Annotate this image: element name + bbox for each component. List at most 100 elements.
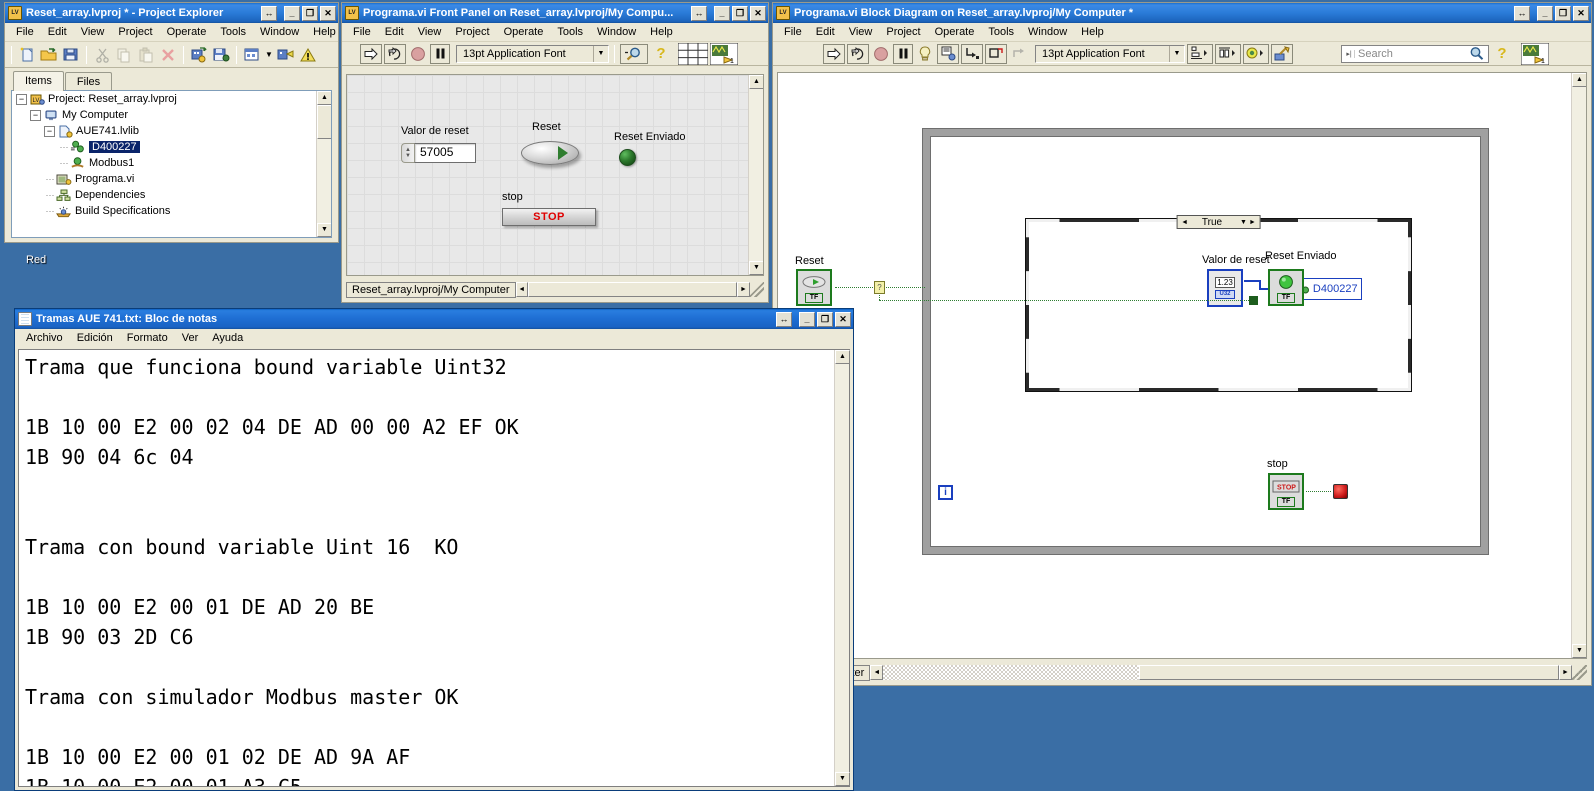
stop-button[interactable]: STOP xyxy=(502,208,596,226)
block-diagram-window[interactable]: LV Programa.vi Block Diagram on Reset_ar… xyxy=(772,2,1592,686)
build-icon[interactable] xyxy=(211,45,231,65)
menu-ayuda[interactable]: Ayuda xyxy=(205,331,250,345)
project-explorer-menubar[interactable]: File Edit View Project Operate Tools Win… xyxy=(5,23,338,42)
window-controls[interactable]: ↔ _ ❐ ✕ xyxy=(261,5,336,21)
warning-icon[interactable] xyxy=(298,45,318,65)
block-diagram-toolbar[interactable]: 13pt Application Font ▼ ▸| Search ? 1 xyxy=(773,42,1591,66)
scroll-down-icon[interactable]: ▼ xyxy=(835,772,850,786)
menu-file[interactable]: File xyxy=(9,24,41,40)
search-options-icon[interactable]: ▸| xyxy=(1344,49,1355,58)
horizontal-scroll-thumb[interactable] xyxy=(1139,665,1559,680)
menu-view[interactable]: View xyxy=(411,24,449,40)
case-prev-icon[interactable]: ◄ xyxy=(1179,219,1190,226)
menu-window[interactable]: Window xyxy=(590,24,643,40)
chevron-down-icon[interactable]: ▼ xyxy=(1234,219,1247,226)
menu-operate[interactable]: Operate xyxy=(928,24,982,40)
block-diagram-statusbar[interactable]: roj/My Computer ◄ ► xyxy=(777,663,1587,682)
new-icon[interactable] xyxy=(17,45,37,65)
block-diagram-menubar[interactable]: File Edit View Project Operate Tools Win… xyxy=(773,23,1591,42)
restore-size-icon[interactable]: ↔ xyxy=(691,5,707,21)
menu-file[interactable]: File xyxy=(777,24,809,40)
menu-view[interactable]: View xyxy=(74,24,112,40)
pause-icon[interactable] xyxy=(430,43,450,64)
minimize-icon[interactable]: _ xyxy=(714,5,730,21)
tree-vertical-scrollbar[interactable]: ▲ ▼ xyxy=(316,91,331,237)
menu-operate[interactable]: Operate xyxy=(160,24,214,40)
notepad-vertical-scrollbar[interactable]: ▲ ▼ xyxy=(834,350,850,786)
run-icon[interactable] xyxy=(360,43,382,64)
menu-formato[interactable]: Formato xyxy=(120,331,175,345)
front-panel-vertical-scrollbar[interactable]: ▲ ▼ xyxy=(748,75,763,275)
case-next-icon[interactable]: ► xyxy=(1247,219,1258,226)
menu-tools[interactable]: Tools xyxy=(981,24,1021,40)
retain-wire-values-icon[interactable] xyxy=(937,43,959,64)
block-diagram-titlebar[interactable]: LV Programa.vi Block Diagram on Reset_ar… xyxy=(773,3,1591,23)
menu-tools[interactable]: Tools xyxy=(213,24,253,40)
notepad-titlebar[interactable]: Tramas AUE 741.txt: Bloc de notas ↔ _ ❐ … xyxy=(15,309,853,329)
reset-switch[interactable] xyxy=(521,141,579,165)
menu-help[interactable]: Help xyxy=(306,24,343,40)
reorder-icon[interactable] xyxy=(1243,43,1269,64)
project-explorer-titlebar[interactable]: LV Reset_array.lvproj * - Project Explor… xyxy=(5,3,338,23)
expander-icon[interactable]: − xyxy=(30,109,41,121)
wire-stop-to-loop-condition[interactable] xyxy=(1306,491,1331,492)
chevron-down-icon[interactable]: ▼ xyxy=(264,45,274,65)
numeric-value[interactable]: 57005 xyxy=(414,143,476,163)
tree-item-modbus1[interactable]: ⋯ Modbus1 xyxy=(12,155,331,171)
vi-icon-pane[interactable]: 1 xyxy=(710,42,738,65)
window-controls[interactable]: ↔ _ ❐ ✕ xyxy=(776,311,851,327)
numeric-constant[interactable]: 1.23 U32 xyxy=(1207,269,1243,307)
menu-view[interactable]: View xyxy=(842,24,880,40)
horizontal-scroll-thumb[interactable] xyxy=(527,282,738,297)
menu-project[interactable]: Project xyxy=(111,24,159,40)
pause-icon[interactable] xyxy=(893,43,913,64)
help-icon[interactable]: ? xyxy=(1491,44,1513,64)
search-input[interactable]: ▸| Search xyxy=(1341,44,1489,63)
vi-icon-pane[interactable]: 1 xyxy=(1521,42,1549,65)
minimize-icon[interactable]: _ xyxy=(799,311,815,327)
abort-icon[interactable] xyxy=(871,44,891,64)
tab-files[interactable]: Files xyxy=(64,72,113,91)
numeric-stepper-icon[interactable]: ▲ ▼ xyxy=(401,143,414,163)
scroll-down-icon[interactable]: ▼ xyxy=(749,261,763,275)
tree-item-my-computer[interactable]: − My Computer xyxy=(12,107,331,123)
run-continuously-icon[interactable] xyxy=(847,43,869,64)
front-panel-window[interactable]: LV Programa.vi Front Panel on Reset_arra… xyxy=(341,2,769,303)
scroll-right-icon[interactable]: ► xyxy=(1559,665,1572,680)
front-panel-canvas[interactable]: Valor de reset ▲ ▼ 57005 Reset Reset Envi… xyxy=(346,74,764,276)
close-icon[interactable]: ✕ xyxy=(835,311,851,327)
scroll-right-icon[interactable]: ► xyxy=(737,282,750,297)
scroll-down-icon[interactable]: ▼ xyxy=(317,223,331,237)
project-explorer-window[interactable]: LV Reset_array.lvproj * - Project Explor… xyxy=(4,2,339,243)
menu-help[interactable]: Help xyxy=(1074,24,1111,40)
deploy-icon[interactable] xyxy=(189,45,209,65)
front-panel-statusbar[interactable]: Reset_array.lvproj/My Computer ◄ ► xyxy=(346,280,764,299)
distribute-objects-icon[interactable] xyxy=(1215,43,1241,64)
tab-items[interactable]: Items xyxy=(13,71,64,91)
menu-window[interactable]: Window xyxy=(253,24,306,40)
tree-item-lvlib[interactable]: − AUE741.lvlib xyxy=(12,123,331,139)
tree-item-programa-vi[interactable]: ⋯ Programa.vi xyxy=(12,171,331,187)
open-icon[interactable] xyxy=(39,45,59,65)
step-out-icon[interactable] xyxy=(1009,44,1029,64)
expander-icon[interactable]: − xyxy=(44,125,55,137)
text-settings-dropdown[interactable]: 13pt Application Font ▼ xyxy=(456,44,609,63)
iteration-terminal[interactable]: i xyxy=(938,485,953,500)
stop-terminal[interactable]: STOP TF xyxy=(1268,473,1304,510)
scroll-left-icon[interactable]: ◄ xyxy=(870,665,884,680)
wire-constant-to-variable[interactable] xyxy=(1244,280,1260,282)
resize-grip[interactable] xyxy=(749,282,764,297)
close-icon[interactable]: ✕ xyxy=(750,5,766,21)
maximize-icon[interactable]: ❐ xyxy=(732,5,748,21)
tree-item-project[interactable]: − LV Project: Reset_array.lvproj xyxy=(12,91,331,107)
scroll-up-icon[interactable]: ▲ xyxy=(1572,73,1586,87)
scroll-down-icon[interactable]: ▼ xyxy=(1572,644,1586,658)
tree-item-build-specifications[interactable]: ⋯ Build Specifications xyxy=(12,203,331,219)
loop-conditional-terminal[interactable] xyxy=(1333,484,1348,499)
scroll-thumb[interactable] xyxy=(317,105,331,139)
connector-pane-icon[interactable] xyxy=(678,42,708,65)
menu-project[interactable]: Project xyxy=(448,24,496,40)
close-icon[interactable]: ✕ xyxy=(320,5,336,21)
minimize-icon[interactable]: _ xyxy=(284,5,300,21)
desktop-icon-red[interactable]: Red xyxy=(26,254,46,266)
